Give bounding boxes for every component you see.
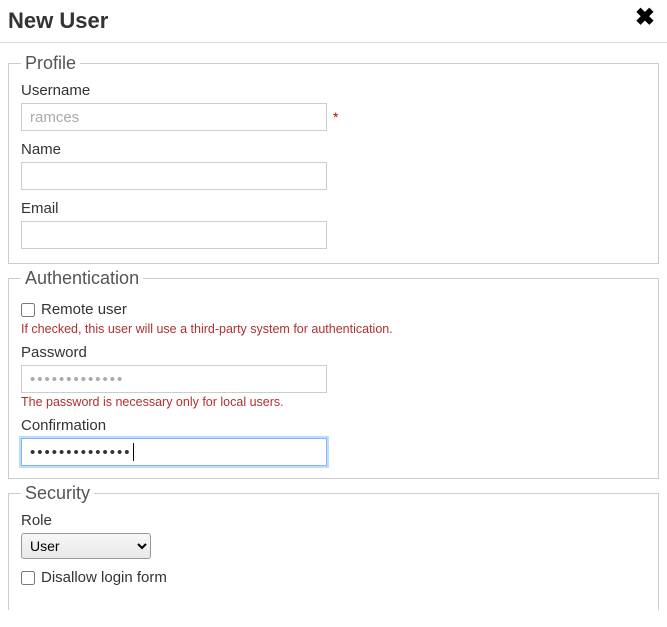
username-group: Username * [21,82,646,131]
disallow-login-label: Disallow login form [41,569,167,586]
email-label: Email [21,200,646,217]
password-group: Password [21,344,646,393]
confirmation-label: Confirmation [21,417,646,434]
disallow-login-row[interactable]: Disallow login form [21,569,646,586]
security-legend: Security [21,483,94,504]
remote-user-row[interactable]: Remote user [21,301,646,318]
name-input[interactable] [21,162,327,190]
remote-user-label: Remote user [41,301,127,318]
role-group: Role User [21,512,646,559]
disallow-login-checkbox[interactable] [21,571,35,585]
role-select[interactable]: User [21,533,151,559]
confirmation-group: Confirmation •••••••••••••• [21,417,646,466]
name-group: Name [21,141,646,190]
remote-user-checkbox[interactable] [21,303,35,317]
email-group: Email [21,200,646,249]
dialog-body: Profile Username * Name Email Authentica… [0,43,667,610]
close-icon[interactable]: ✖ [631,4,659,32]
profile-fieldset: Profile Username * Name Email [8,53,659,264]
username-label: Username [21,82,646,99]
authentication-fieldset: Authentication Remote user If checked, t… [8,268,659,479]
password-label: Password [21,344,646,361]
dialog-header: New User ✖ [0,0,667,43]
role-label: Role [21,512,646,529]
profile-legend: Profile [21,53,80,74]
email-input[interactable] [21,221,327,249]
required-asterisk-icon: * [333,109,338,125]
confirmation-input[interactable]: •••••••••••••• [21,438,327,466]
password-input[interactable] [21,365,327,393]
password-help: The password is necessary only for local… [21,395,646,409]
dialog-title: New User [8,8,108,34]
remote-user-help: If checked, this user will use a third-p… [21,322,646,336]
security-fieldset: Security Role User Disallow login form [8,483,659,610]
authentication-legend: Authentication [21,268,143,289]
name-label: Name [21,141,646,158]
username-input[interactable] [21,103,327,131]
